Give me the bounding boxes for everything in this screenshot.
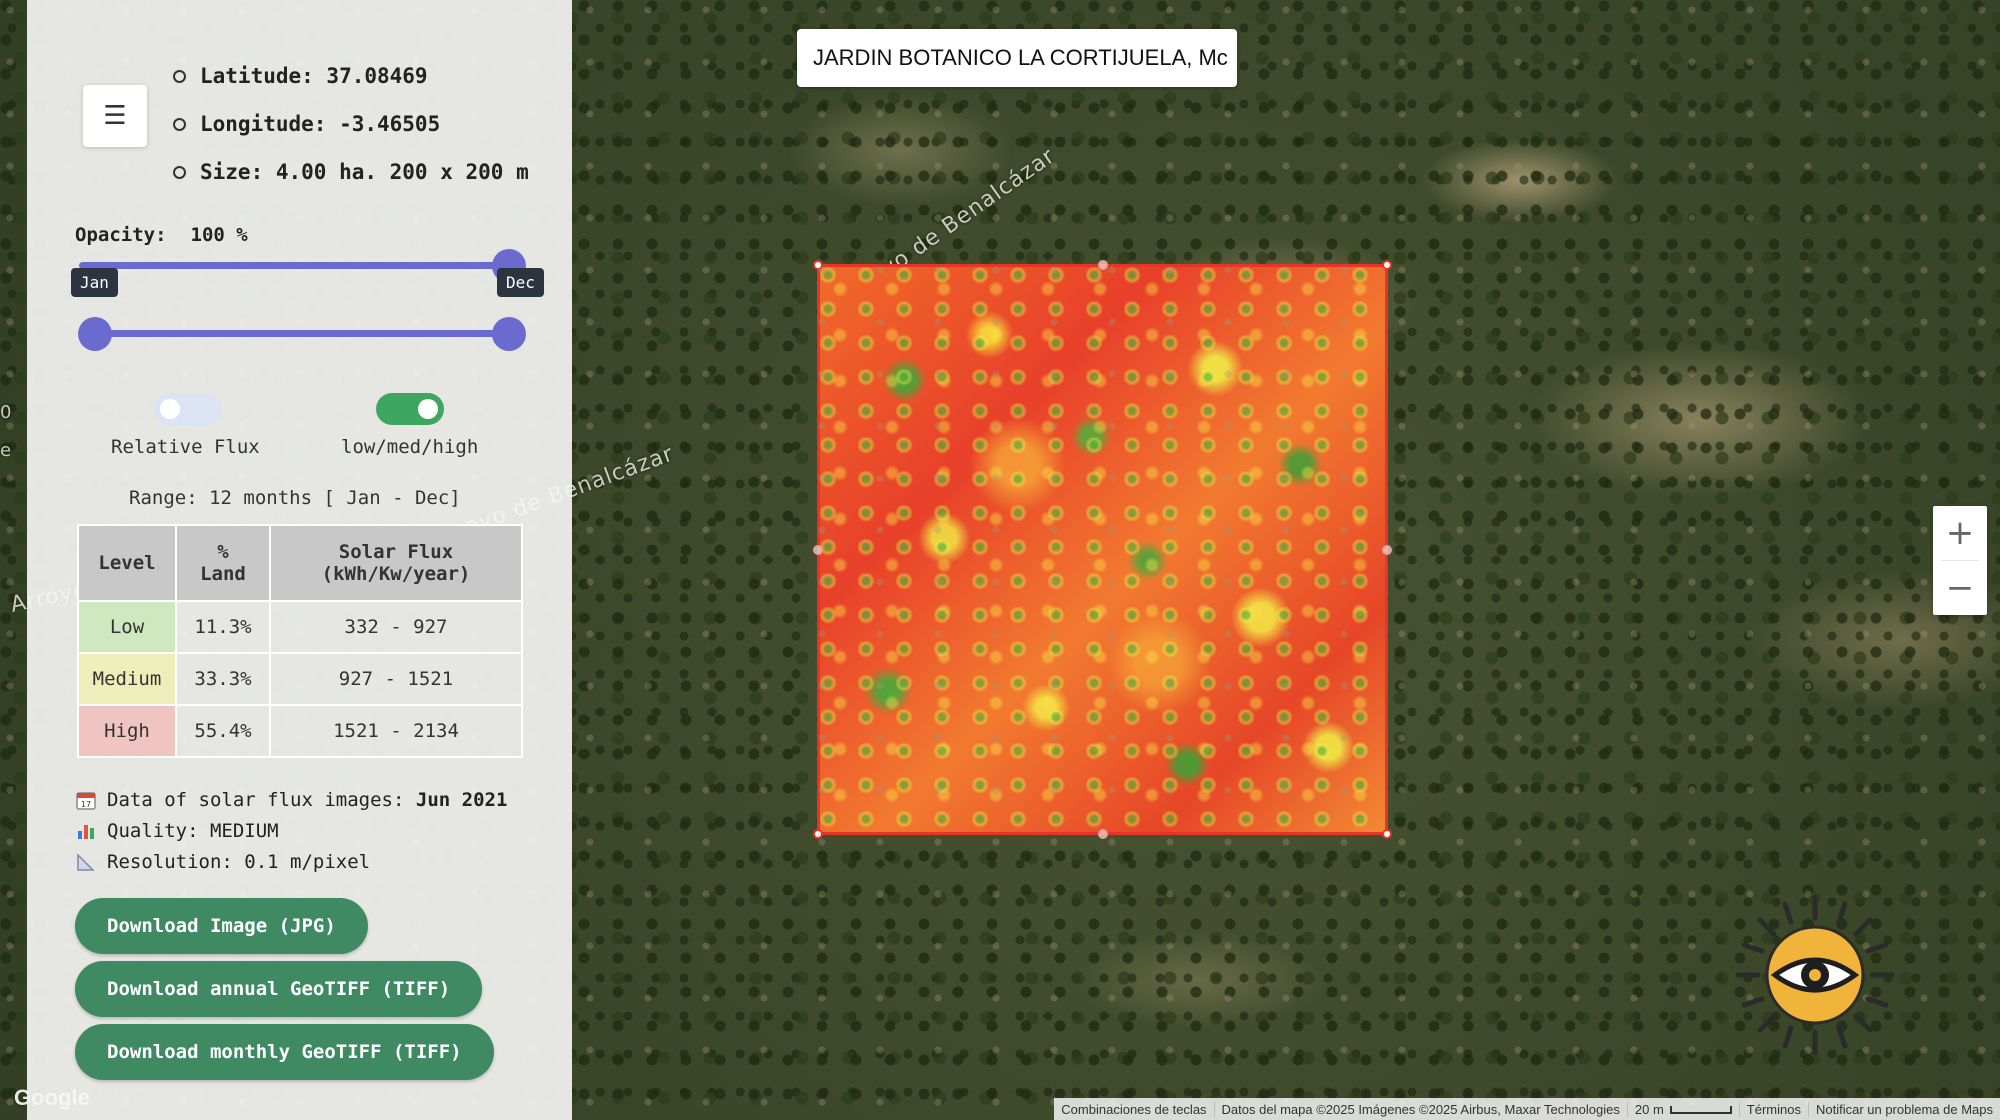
- edge-handle[interactable]: [1098, 829, 1108, 839]
- date-line: 17 Data of solar flux images: Jun 2021: [75, 789, 507, 811]
- range-cell: 332 - 927: [269, 600, 523, 654]
- search-input[interactable]: JARDIN BOTANICO LA CORTIJUELA, Mc: [797, 29, 1237, 87]
- opacity-row: Opacity: 100 %: [75, 224, 248, 246]
- relative-flux-label: Relative Flux: [111, 436, 260, 458]
- pct-cell: 33.3%: [175, 652, 271, 706]
- table-row: Low 11.3% 332 - 927: [77, 600, 523, 654]
- month-range-start-handle[interactable]: [78, 317, 112, 351]
- relative-flux-toggle[interactable]: [154, 393, 222, 425]
- latitude-line: Latitude: 37.08469: [173, 64, 428, 88]
- low-med-high-label: low/med/high: [341, 436, 479, 458]
- level-header: Level: [77, 524, 177, 602]
- range-cell: 927 - 1521: [269, 652, 523, 706]
- svg-text:17: 17: [81, 800, 91, 809]
- land-pct-header: % Land: [175, 524, 271, 602]
- opacity-slider-track[interactable]: [79, 262, 507, 269]
- longitude-text: Longitude: -3.46505: [200, 112, 441, 136]
- solar-flux-title: Solar Flux: [338, 541, 454, 563]
- terms-link[interactable]: Términos: [1738, 1101, 1808, 1117]
- level-cell-low: Low: [77, 600, 177, 654]
- pct-cell: 11.3%: [175, 600, 271, 654]
- bullet-icon: [173, 117, 186, 131]
- opacity-value: 100 %: [190, 224, 248, 246]
- solar-flux-header: Solar Flux (kWh/Kw/year): [269, 524, 523, 602]
- edge-handle[interactable]: [1098, 260, 1108, 270]
- download-monthly-geotiff-button[interactable]: Download monthly GeoTIFF (TIFF): [75, 1024, 494, 1080]
- resolution-line: Resolution: 0.1 m/pixel: [75, 851, 370, 873]
- table-header-row: Level % Land Solar Flux (kWh/Kw/year): [77, 524, 523, 602]
- longitude-line: Longitude: -3.46505: [173, 112, 440, 136]
- table-row: Medium 33.3% 927 - 1521: [77, 652, 523, 706]
- month-start-tooltip: Jan: [71, 268, 118, 297]
- zoom-controls: + −: [1933, 506, 1987, 615]
- land-pct-word: Land: [200, 563, 246, 585]
- low-med-high-toggle[interactable]: [376, 393, 444, 425]
- ruler-icon: [77, 853, 95, 871]
- hamburger-icon: ☰: [103, 101, 127, 131]
- resolution-text: Resolution: 0.1 m/pixel: [107, 851, 371, 873]
- map-footer: Combinaciones de teclas Datos del mapa ©…: [1054, 1098, 2000, 1120]
- date-label: Data of solar flux images:: [107, 789, 405, 811]
- quality-text: Quality: MEDIUM: [107, 820, 279, 842]
- scale-label: 20 m: [1634, 1101, 1664, 1117]
- edge-handle[interactable]: [813, 545, 823, 555]
- pct-cell: 55.4%: [175, 704, 271, 758]
- flux-level-table: Level % Land Solar Flux (kWh/Kw/year) Low …: [77, 524, 523, 758]
- month-end-tooltip: Dec: [497, 268, 544, 297]
- download-annual-geotiff-button[interactable]: Download annual GeoTIFF (TIFF): [75, 961, 483, 1017]
- bullet-icon: [173, 165, 186, 179]
- range-cell: 1521 - 2134: [269, 704, 523, 758]
- land-pct-symbol: %: [217, 541, 229, 563]
- corner-handle[interactable]: [1382, 829, 1392, 839]
- table-row: High 55.4% 1521 - 2134: [77, 704, 523, 758]
- road-label: rroyo de Benalcázar: [849, 143, 1060, 302]
- size-line: Size: 4.00 ha. 200 x 200 m: [173, 160, 529, 184]
- report-problem-link[interactable]: Notificar un problema de Maps: [1807, 1101, 2000, 1117]
- bullet-icon: [173, 69, 186, 83]
- corner-handle[interactable]: [1382, 260, 1392, 270]
- zoom-out-button[interactable]: −: [1933, 561, 1987, 615]
- level-cell-high: High: [77, 704, 177, 758]
- month-range-end-handle[interactable]: [492, 317, 526, 351]
- calendar-icon: 17: [76, 792, 96, 810]
- map-attribution: Datos del mapa ©2025 Imágenes ©2025 Airb…: [1213, 1101, 1627, 1117]
- map-edge-glyph: e: [0, 440, 13, 461]
- scale-bar: [1669, 1106, 1732, 1115]
- side-panel: ☰ Latitude: 37.08469 Longitude: -3.46505…: [27, 0, 572, 1120]
- corner-handle[interactable]: [813, 829, 823, 839]
- download-jpg-button[interactable]: Download Image (JPG): [75, 898, 368, 954]
- range-text: Range: 12 months [ Jan - Dec]: [129, 487, 461, 509]
- date-value: Jun 2021: [415, 789, 508, 811]
- solar-flux-unit: (kWh/Kw/year): [321, 563, 471, 585]
- size-text: Size: 4.00 ha. 200 x 200 m: [200, 160, 529, 184]
- toggle-knob: [418, 399, 438, 419]
- menu-button[interactable]: ☰: [83, 85, 147, 147]
- scale-indicator[interactable]: 20 m: [1626, 1101, 1739, 1117]
- quality-line: Quality: MEDIUM: [75, 820, 279, 842]
- toggle-knob: [160, 399, 180, 419]
- solar-eye-logo: [1735, 895, 1895, 1055]
- opacity-label: Opacity:: [75, 224, 167, 246]
- bar-chart-icon: [78, 825, 94, 839]
- zoom-in-button[interactable]: +: [1933, 506, 1987, 560]
- latitude-text: Latitude: 37.08469: [200, 64, 428, 88]
- level-cell-medium: Medium: [77, 652, 177, 706]
- edge-handle[interactable]: [1382, 545, 1392, 555]
- map-edge-glyph: 0: [0, 402, 13, 423]
- corner-handle[interactable]: [813, 260, 823, 270]
- solar-flux-overlay[interactable]: [813, 260, 1392, 839]
- keyboard-shortcuts-link[interactable]: Combinaciones de teclas: [1054, 1102, 1213, 1117]
- month-range-track[interactable]: [95, 330, 507, 337]
